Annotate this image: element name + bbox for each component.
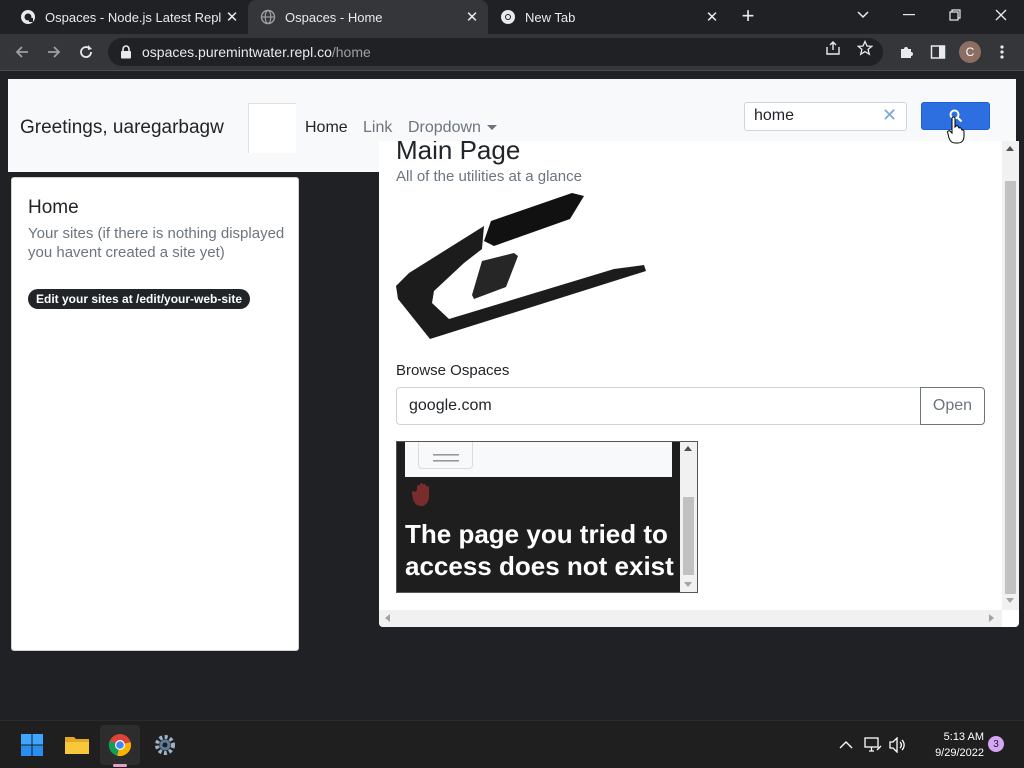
bookmark-star-icon[interactable] (857, 40, 873, 56)
active-app-indicator (113, 764, 127, 767)
scroll-down-icon[interactable] (1006, 598, 1014, 603)
address-bar[interactable]: ospaces.puremintwater.repl.co/home (108, 38, 883, 66)
url-host: ospaces.puremintwater.repl.co (142, 44, 332, 60)
panel-horizontal-scrollbar[interactable] (379, 610, 1002, 627)
notification-badge[interactable]: 3 (988, 736, 1004, 752)
file-explorer-icon[interactable] (57, 725, 97, 765)
minimize-button[interactable] (886, 0, 932, 30)
restore-button[interactable] (932, 0, 978, 30)
scroll-up-icon[interactable] (684, 446, 692, 451)
tab-title: Ospaces - Node.js Latest Repl - R (45, 9, 222, 25)
home-card: Home Your sites (if there is nothing dis… (11, 177, 299, 651)
chrome-icon (500, 9, 516, 25)
clock-time: 5:13 AM (943, 731, 984, 743)
error-message: The page you tried to access does not ex… (405, 519, 674, 581)
open-button[interactable]: Open (920, 387, 985, 425)
tab-replit[interactable]: Ospaces - Node.js Latest Repl - R ✕ (8, 0, 248, 34)
scrollbar-thumb[interactable] (683, 497, 694, 575)
clear-search-icon[interactable]: ✕ (882, 105, 897, 126)
chrome-icon[interactable] (100, 725, 140, 765)
reload-button[interactable] (74, 40, 98, 64)
tab-search-button[interactable] (840, 0, 886, 30)
nav-link-link[interactable]: Link (363, 119, 392, 137)
close-tab-icon[interactable]: ✕ (222, 7, 242, 27)
scroll-right-icon[interactable] (989, 614, 994, 622)
edit-sites-badge: Edit your sites at /edit/your-web-site (28, 289, 251, 309)
broken-image-icon (248, 103, 296, 153)
nav-dropdown[interactable]: Dropdown (408, 119, 497, 137)
scroll-up-icon[interactable] (1006, 146, 1014, 151)
tab-new-tab[interactable]: New Tab ✕ (488, 0, 728, 34)
main-subtitle: All of the utilities at a glance (396, 168, 582, 185)
tab-ospaces-home[interactable]: Ospaces - Home ✕ (248, 0, 488, 34)
extensions-icon[interactable] (894, 40, 918, 64)
browser-toolbar: ospaces.puremintwater.repl.co/home C (0, 34, 1024, 70)
volume-icon[interactable] (888, 735, 908, 755)
main-page-panel: Main Page All of the utilities at a glan… (379, 141, 1019, 627)
system-clock[interactable]: 5:13 AM 9/29/2022 (912, 729, 984, 761)
windows-start-icon[interactable] (12, 725, 52, 765)
lock-icon[interactable] (118, 45, 134, 59)
iframe-navbar (405, 442, 672, 477)
preview-iframe[interactable]: The page you tried to access does not ex… (396, 441, 698, 593)
close-tab-icon[interactable]: ✕ (462, 7, 482, 27)
show-hidden-icons-icon[interactable] (836, 735, 856, 755)
scroll-left-icon[interactable] (385, 614, 390, 622)
hand-pointer-cursor-icon (947, 116, 965, 144)
scrollbar-thumb[interactable] (1005, 181, 1016, 594)
panel-vertical-scrollbar[interactable] (1002, 141, 1019, 610)
share-icon[interactable] (825, 40, 841, 56)
url-path: /home (331, 44, 371, 60)
browse-url-input[interactable]: google.com (396, 387, 921, 425)
profile-avatar[interactable]: C (959, 41, 981, 63)
navbar-brand[interactable]: Greetings, uaregarbagw (20, 117, 224, 139)
replit-icon (20, 9, 36, 25)
main-title: Main Page (396, 141, 521, 165)
back-button[interactable] (10, 40, 34, 64)
iframe-scrollbar[interactable] (680, 442, 697, 592)
globe-icon (260, 9, 276, 25)
forward-button[interactable] (42, 40, 66, 64)
tab-strip: Ospaces - Node.js Latest Repl - R ✕ Ospa… (0, 0, 1024, 34)
hamburger-menu-icon[interactable] (418, 442, 473, 469)
nav-link-home[interactable]: Home (305, 119, 348, 137)
new-tab-button[interactable]: + (737, 5, 759, 29)
tab-title: New Tab (525, 9, 576, 25)
side-panel-icon[interactable] (926, 40, 950, 64)
hand-icon (411, 482, 429, 506)
scroll-down-icon[interactable] (684, 582, 692, 587)
nav-dropdown-label: Dropdown (408, 119, 481, 136)
network-icon[interactable] (863, 735, 883, 755)
page-viewport: Greetings, uaregarbagw Home Link Dropdow… (0, 71, 1024, 720)
caret-down-icon (486, 125, 497, 131)
ospaces-logo (396, 193, 646, 339)
home-title: Home (28, 197, 79, 218)
settings-icon[interactable] (145, 725, 185, 765)
tab-title: Ospaces - Home (285, 9, 383, 25)
close-tab-icon[interactable]: ✕ (702, 7, 722, 27)
close-window-button[interactable] (978, 0, 1024, 30)
home-subtitle: Your sites (if there is nothing displaye… (28, 225, 285, 261)
windows-taskbar: 5:13 AM 9/29/2022 3 (0, 720, 1024, 768)
browse-label: Browse Ospaces (396, 362, 510, 379)
clock-date: 9/29/2022 (935, 747, 984, 759)
menu-kebab-icon[interactable] (990, 40, 1014, 64)
